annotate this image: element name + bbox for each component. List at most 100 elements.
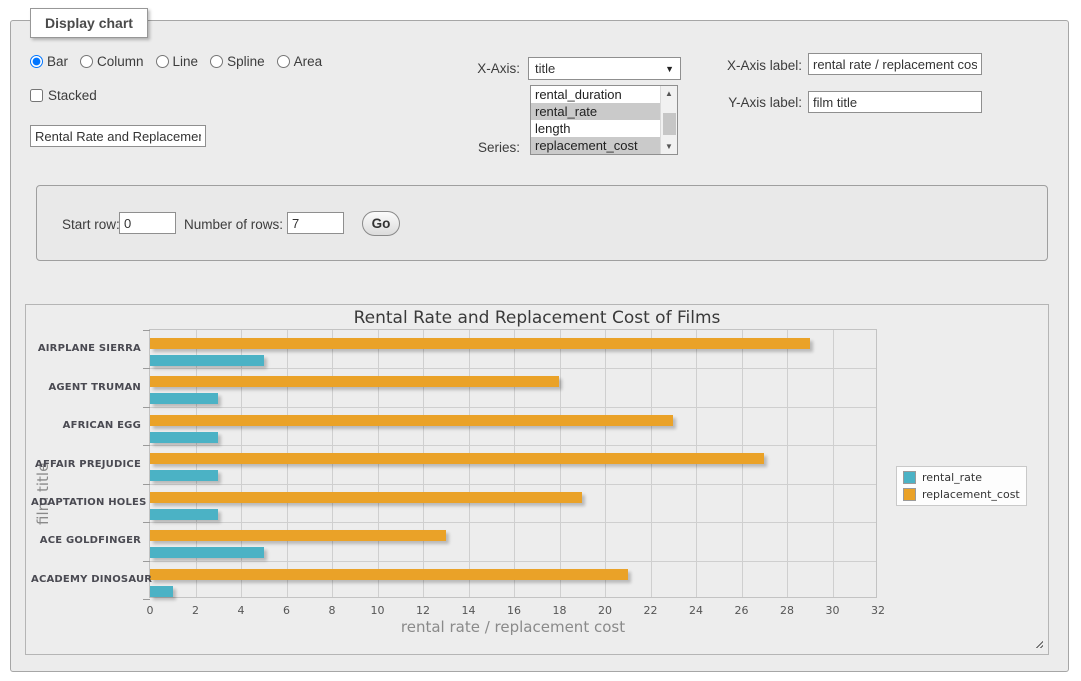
legend-swatch (903, 471, 916, 484)
x-tick-label: 14 (452, 604, 486, 617)
series-option-rental_rate[interactable]: rental_rate (531, 103, 660, 120)
scroll-down-icon[interactable]: ▼ (661, 139, 677, 154)
chart-x-axis-title: rental rate / replacement cost (149, 618, 877, 636)
x-tick-label: 24 (679, 604, 713, 617)
category-label: AGENT TRUMAN (31, 382, 141, 393)
number-of-rows-label: Number of rows: (184, 217, 283, 232)
chart-container: Rental Rate and Replacement Cost of Film… (25, 304, 1049, 655)
start-row-label: Start row: (62, 217, 120, 232)
stacked-label: Stacked (48, 88, 97, 103)
series-options: rental_durationrental_ratelengthreplacem… (531, 86, 660, 154)
series-option-replacement_cost[interactable]: replacement_cost (531, 137, 660, 154)
bar-replacement_cost (150, 338, 810, 349)
y-axis-label-input[interactable] (808, 91, 982, 113)
x-tick-label: 2 (179, 604, 213, 617)
x-tick-label: 8 (315, 604, 349, 617)
go-button[interactable]: Go (362, 211, 400, 236)
chart-type-label: Spline (227, 54, 265, 69)
category-label: ACE GOLDFINGER (31, 535, 141, 546)
fieldset-legend: Display chart (30, 8, 148, 38)
chart-type-radio-bar[interactable] (30, 55, 43, 68)
chevron-down-icon: ▼ (665, 64, 674, 74)
gridline (150, 445, 876, 446)
bar-rental_rate (150, 509, 218, 520)
x-tick-label: 16 (497, 604, 531, 617)
chart-type-radio-area[interactable] (277, 55, 290, 68)
bar-replacement_cost (150, 415, 673, 426)
x-axis-label-field-label: X-Axis label: (712, 58, 802, 73)
bar-rental_rate (150, 432, 218, 443)
chart-legend: rental_rate replacement_cost (896, 466, 1027, 506)
category-label: AFRICAN EGG (31, 420, 141, 431)
bar-replacement_cost (150, 530, 446, 541)
chart-type-label: Line (173, 54, 199, 69)
x-tick-label: 20 (588, 604, 622, 617)
bar-rental_rate (150, 470, 218, 481)
chart-plot-area: AIRPLANE SIERRAAGENT TRUMANAFRICAN EGGAF… (149, 329, 877, 598)
legend-label: replacement_cost (922, 488, 1020, 501)
x-axis-select[interactable]: title ▼ (528, 57, 681, 80)
legend-item-rental_rate: rental_rate (903, 471, 1020, 484)
chart-type-column[interactable]: Column (80, 54, 144, 69)
bar-rental_rate (150, 355, 264, 366)
category-label: AFFAIR PREJUDICE (31, 459, 141, 470)
gridline (833, 330, 834, 597)
bar-rental_rate (150, 547, 264, 558)
x-axis-label-input[interactable] (808, 53, 982, 75)
series-listbox[interactable]: rental_durationrental_ratelengthreplacem… (530, 85, 678, 155)
x-tick-label: 0 (133, 604, 167, 617)
gridline (150, 368, 876, 369)
scrollbar-thumb[interactable] (663, 113, 676, 135)
series-scrollbar[interactable]: ▲ ▼ (660, 86, 677, 154)
y-tick (143, 484, 150, 485)
gridline (150, 561, 876, 562)
chart-type-label: Column (97, 54, 144, 69)
page: Display chart Bar Column Line Spline Area St… (0, 0, 1081, 681)
series-option-rental_duration[interactable]: rental_duration (531, 86, 660, 103)
gridline (787, 330, 788, 597)
x-axis-select-value: title (535, 61, 665, 76)
legend-swatch (903, 488, 916, 501)
x-axis-select-label: X-Axis: (440, 61, 520, 76)
chart-type-spline[interactable]: Spline (210, 54, 265, 69)
stacked-checkbox-label[interactable]: Stacked (30, 88, 97, 103)
category-label: AIRPLANE SIERRA (31, 343, 141, 354)
gridline (150, 484, 876, 485)
number-of-rows-input[interactable] (287, 212, 344, 234)
chart-type-label: Bar (47, 54, 68, 69)
bar-replacement_cost (150, 569, 628, 580)
gridline (150, 407, 876, 408)
chart-type-radio-column[interactable] (80, 55, 93, 68)
category-label: ADAPTATION HOLES (31, 497, 141, 508)
legend-label: rental_rate (922, 471, 982, 484)
x-tick-label: 28 (770, 604, 804, 617)
bar-rental_rate (150, 393, 218, 404)
bar-rental_rate (150, 586, 173, 597)
chart-type-bar[interactable]: Bar (30, 54, 68, 69)
start-row-input[interactable] (119, 212, 176, 234)
chart-type-radio-line[interactable] (156, 55, 169, 68)
y-tick (143, 561, 150, 562)
chart-type-radio-spline[interactable] (210, 55, 223, 68)
series-option-length[interactable]: length (531, 120, 660, 137)
y-tick (143, 330, 150, 331)
bar-replacement_cost (150, 492, 582, 503)
x-tick-label: 18 (543, 604, 577, 617)
chart-type-radio-group: Bar Column Line Spline Area (30, 54, 330, 69)
y-tick (143, 522, 150, 523)
chart-title-input[interactable] (30, 125, 206, 147)
scroll-up-icon[interactable]: ▲ (661, 86, 677, 101)
chart-type-area[interactable]: Area (277, 54, 323, 69)
gridline (150, 522, 876, 523)
chart-type-label: Area (294, 54, 323, 69)
chart-resize-handle[interactable] (1033, 638, 1043, 648)
stacked-checkbox[interactable] (30, 89, 43, 102)
y-tick (143, 407, 150, 408)
chart-type-line[interactable]: Line (156, 54, 199, 69)
x-tick-label: 22 (634, 604, 668, 617)
y-tick (143, 599, 150, 600)
y-tick (143, 445, 150, 446)
series-list-label: Series: (440, 140, 520, 155)
chart-title: Rental Rate and Replacement Cost of Film… (26, 308, 1048, 328)
x-tick-label: 32 (861, 604, 895, 617)
